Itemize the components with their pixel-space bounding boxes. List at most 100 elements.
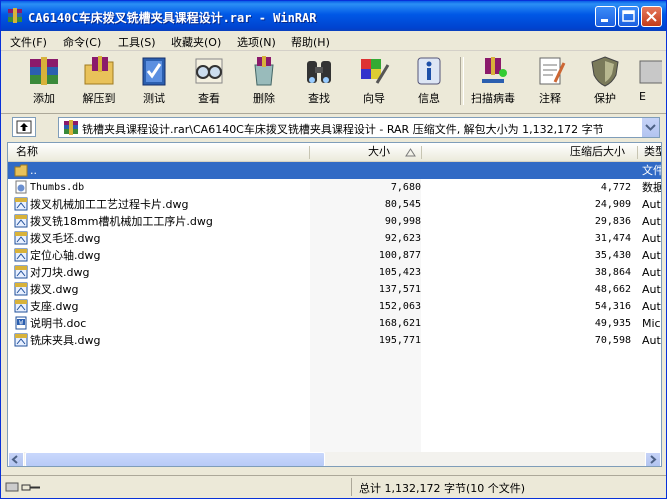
- menu-help[interactable]: 帮助(H): [291, 34, 330, 50]
- sfx-icon: [639, 60, 662, 84]
- db-file-icon: [15, 180, 27, 194]
- column-divider[interactable]: [637, 146, 638, 159]
- file-type: Aut: [642, 198, 661, 211]
- file-packed-size: 24,909: [594, 199, 631, 210]
- scroll-left-button[interactable]: [8, 452, 24, 466]
- file-type: Aut: [642, 334, 661, 347]
- protect-shield-icon: [591, 56, 619, 87]
- file-size: 168,621: [378, 318, 421, 329]
- dwg-file-icon: [14, 282, 28, 296]
- maximize-icon: [622, 10, 635, 22]
- close-button[interactable]: [641, 6, 662, 27]
- up-arrow-icon: [16, 120, 32, 134]
- menu-bar: 文件(F) 命令(C) 工具(S) 收藏夹(O) 选项(N) 帮助(H): [1, 31, 666, 51]
- maximize-button[interactable]: [618, 6, 639, 27]
- file-size: 80,545: [384, 199, 421, 210]
- find-button[interactable]: 查找: [290, 53, 348, 109]
- table-row[interactable]: 支座.dwg 152,063 54,316 Aut: [8, 298, 661, 315]
- column-header-type[interactable]: 类型: [644, 143, 661, 161]
- file-type: Aut: [642, 249, 661, 262]
- table-row[interactable]: 定位心轴.dwg 100,877 35,430 Aut: [8, 247, 661, 264]
- file-name: ..: [30, 164, 37, 177]
- menu-favorites[interactable]: 收藏夹(O): [171, 34, 221, 50]
- minimize-button[interactable]: [595, 6, 616, 27]
- title-bar[interactable]: CA6140C车床拨叉铣槽夹具课程设计.rar - WinRAR: [1, 1, 666, 31]
- minimize-icon: [601, 19, 608, 22]
- info-button[interactable]: 信息: [400, 53, 458, 109]
- table-row[interactable]: 对刀块.dwg 105,423 38,864 Aut: [8, 264, 661, 281]
- chevron-left-icon: [11, 455, 18, 464]
- menu-tools[interactable]: 工具(S): [118, 34, 156, 50]
- file-packed-size: 54,316: [594, 301, 631, 312]
- test-button[interactable]: 测试: [125, 53, 183, 109]
- list-header: 名称 大小 压缩后大小 类型: [8, 143, 661, 162]
- address-text: 铣槽夹具课程设计.rar\CA6140C车床拨叉铣槽夹具课程设计 - RAR 压…: [82, 123, 604, 136]
- status-bar: 总计 1,132,172 字节(10 个文件): [1, 475, 666, 498]
- column-divider[interactable]: [309, 146, 310, 159]
- status-separator: [351, 478, 352, 496]
- address-field[interactable]: 铣槽夹具课程设计.rar\CA6140C车床拨叉铣槽夹具课程设计 - RAR 压…: [58, 117, 660, 138]
- delete-button[interactable]: 删除: [235, 53, 293, 109]
- address-bar: 铣槽夹具课程设计.rar\CA6140C车床拨叉铣槽夹具课程设计 - RAR 压…: [1, 114, 666, 141]
- table-row[interactable]: 拨叉铣18mm槽机械加工工序片.dwg 90,998 29,836 Aut: [8, 213, 661, 230]
- table-row[interactable]: .. 文件: [8, 162, 661, 179]
- chevron-right-icon: [650, 455, 657, 464]
- file-packed-size: 29,836: [594, 216, 631, 227]
- find-binoculars-icon: [307, 61, 331, 83]
- table-row[interactable]: 铣床夹具.dwg 195,771 70,598 Aut: [8, 332, 661, 349]
- file-size: 100,877: [378, 250, 421, 261]
- up-folder-button[interactable]: [12, 117, 36, 137]
- menu-file[interactable]: 文件(F): [10, 34, 47, 50]
- file-name: 说明书.doc: [30, 317, 87, 330]
- comment-button[interactable]: 注释: [521, 53, 579, 109]
- extract-to-button[interactable]: 解压到: [70, 53, 128, 109]
- file-size: 195,771: [378, 335, 421, 346]
- close-icon: [646, 11, 657, 22]
- horizontal-scrollbar[interactable]: [8, 452, 661, 466]
- wizard-button[interactable]: 向导: [345, 53, 403, 109]
- status-icons: [4, 479, 44, 495]
- table-row[interactable]: 拨叉机械加工工艺过程卡片.dwg 80,545 24,909 Aut: [8, 196, 661, 213]
- table-row[interactable]: Thumbs.db 7,680 4,772 数据: [8, 179, 661, 196]
- file-packed-size: 38,864: [594, 267, 631, 278]
- dwg-file-icon: [14, 333, 28, 347]
- file-packed-size: 31,474: [594, 233, 631, 244]
- sort-ascending-icon: [405, 148, 416, 157]
- file-packed-size: 49,935: [594, 318, 631, 329]
- file-name: 拨叉铣18mm槽机械加工工序片.dwg: [30, 215, 213, 228]
- dwg-file-icon: [14, 265, 28, 279]
- file-list[interactable]: 名称 大小 压缩后大小 类型 .. 文件 Thumbs.db 7,680 4,772 数据…: [7, 142, 662, 467]
- comment-notepad-icon: [539, 57, 566, 85]
- menu-commands[interactable]: 命令(C): [63, 34, 101, 50]
- menu-options[interactable]: 选项(N): [237, 34, 276, 50]
- column-header-name[interactable]: 名称: [16, 143, 38, 161]
- dwg-file-icon: [14, 214, 28, 228]
- scroll-thumb[interactable]: [25, 452, 325, 466]
- add-books-icon: [30, 57, 58, 85]
- file-name: 拨叉.dwg: [30, 283, 79, 296]
- dwg-file-icon: [14, 299, 28, 313]
- file-name: 对刀块.dwg: [30, 266, 90, 279]
- column-divider[interactable]: [421, 146, 422, 159]
- column-header-size[interactable]: 大小: [368, 143, 390, 161]
- virus-scan-button[interactable]: 扫描病毒: [464, 53, 522, 109]
- table-row[interactable]: W 说明书.doc 168,621 49,935 Mic: [8, 315, 661, 332]
- view-button[interactable]: 查看: [180, 53, 238, 109]
- file-packed-size: 4,772: [600, 182, 631, 193]
- sfx-button[interactable]: E: [622, 53, 662, 109]
- info-icon: [417, 57, 441, 85]
- file-size: 90,998: [384, 216, 421, 227]
- address-dropdown-button[interactable]: [641, 118, 659, 137]
- column-header-packed[interactable]: 压缩后大小: [570, 143, 625, 161]
- file-name: 支座.dwg: [30, 300, 79, 313]
- drive-key-icon: [5, 482, 40, 492]
- test-book-icon: [142, 57, 166, 86]
- file-type: Aut: [642, 300, 661, 313]
- extract-folder-icon: [84, 56, 114, 85]
- table-row[interactable]: 拨叉毛坯.dwg 92,623 31,474 Aut: [8, 230, 661, 247]
- file-name: Thumbs.db: [30, 182, 85, 193]
- virus-scan-icon: [482, 57, 507, 83]
- table-row[interactable]: 拨叉.dwg 137,571 48,662 Aut: [8, 281, 661, 298]
- scroll-right-button[interactable]: [645, 452, 661, 466]
- add-button[interactable]: 添加: [15, 53, 73, 109]
